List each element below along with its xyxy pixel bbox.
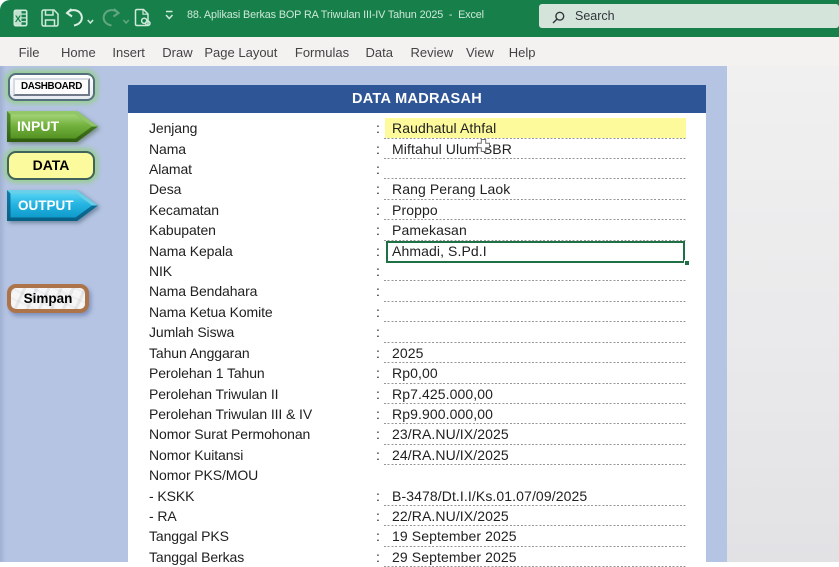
svg-text:X: X bbox=[15, 14, 22, 25]
